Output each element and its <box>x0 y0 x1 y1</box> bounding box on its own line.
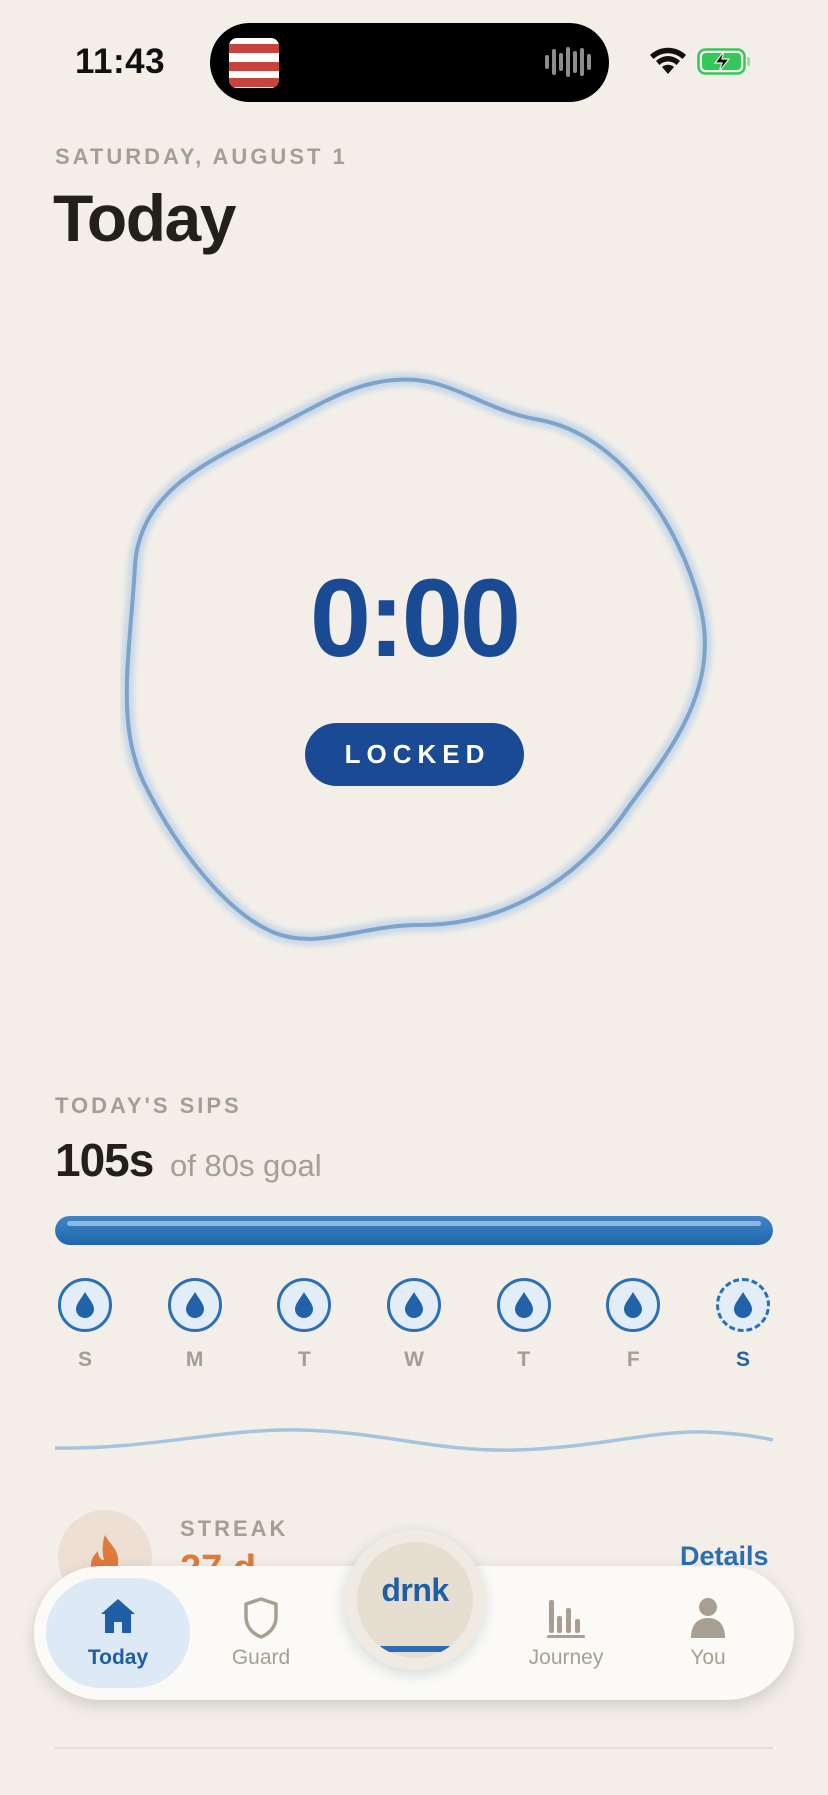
status-bar: 11:43 <box>0 0 828 110</box>
weekday-tracker: SMTWTFS <box>55 1278 773 1378</box>
sips-section-label: TODAY'S SIPS <box>55 1093 242 1118</box>
tab-journey[interactable]: Journey <box>505 1578 627 1688</box>
water-drop-icon <box>277 1278 332 1332</box>
weekday-letter: F <box>626 1348 640 1371</box>
sips-progress-bar <box>55 1216 773 1245</box>
weekday-item[interactable]: S <box>713 1278 773 1372</box>
battery-charging-icon <box>697 48 750 75</box>
water-drop-icon <box>387 1278 441 1332</box>
locked-status-pill[interactable]: LOCKED <box>305 723 524 786</box>
weekday-letter: T <box>517 1348 531 1371</box>
weekday-letter: W <box>404 1348 424 1371</box>
weekday-letter: S <box>77 1348 92 1371</box>
tab-today-label: Today <box>87 1646 149 1669</box>
water-drop-icon <box>58 1278 112 1332</box>
timer-value: 0:00 <box>309 557 521 680</box>
sips-goal: of 80s goal <box>170 1148 322 1183</box>
now-playing-art-icon <box>229 38 279 88</box>
fab-water-level <box>377 1646 453 1652</box>
weekday-item[interactable]: F <box>603 1278 663 1372</box>
weekday-item[interactable]: W <box>384 1278 444 1372</box>
bar-chart-icon <box>547 1600 585 1638</box>
dynamic-island[interactable] <box>210 23 609 102</box>
tab-journey-label: Journey <box>528 1646 604 1669</box>
audio-wave-icon <box>545 47 591 77</box>
date-label: SATURDAY, AUGUST 1 <box>55 144 348 169</box>
water-drop-icon <box>606 1278 661 1332</box>
drnk-center-button[interactable]: drnk <box>345 1530 485 1670</box>
sips-value: 105s <box>55 1134 154 1186</box>
wifi-icon <box>650 47 686 74</box>
water-drop-icon <box>716 1278 770 1332</box>
water-drop-icon <box>496 1278 551 1332</box>
brand-logo-text: drnk <box>381 1572 449 1608</box>
tab-guard[interactable]: Guard <box>200 1578 322 1688</box>
status-time: 11:43 <box>75 42 166 81</box>
weekday-item[interactable]: M <box>165 1278 225 1372</box>
water-drop-icon <box>167 1278 222 1332</box>
shield-icon <box>244 1597 278 1639</box>
tab-today[interactable]: Today <box>46 1578 190 1688</box>
weekday-letter: S <box>735 1348 750 1371</box>
tab-you-label: You <box>690 1646 726 1669</box>
person-icon <box>691 1598 725 1638</box>
bottom-divider <box>55 1747 773 1749</box>
wave-divider <box>55 1428 773 1452</box>
streak-label: STREAK <box>180 1516 289 1541</box>
tab-guard-label: Guard <box>231 1646 291 1669</box>
weekday-item[interactable]: T <box>494 1278 554 1372</box>
tab-you[interactable]: You <box>648 1578 768 1688</box>
weekday-letter: M <box>185 1348 204 1371</box>
home-icon <box>101 1599 135 1633</box>
weekday-item[interactable]: T <box>274 1278 334 1372</box>
weekday-item[interactable]: S <box>55 1278 115 1372</box>
weekday-letter: T <box>297 1348 311 1371</box>
page-title: Today <box>53 181 236 255</box>
